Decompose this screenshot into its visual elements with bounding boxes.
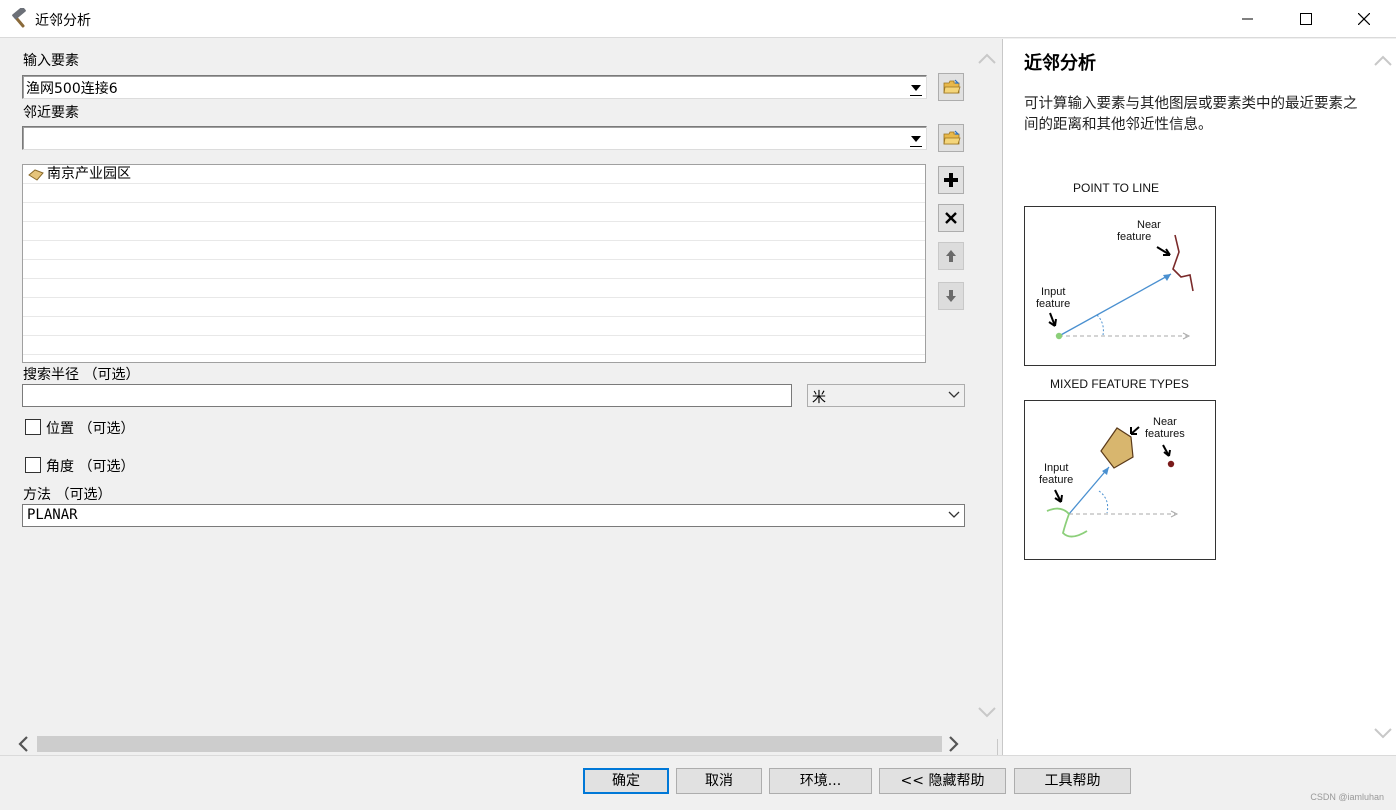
diagram-caption: POINT TO LINE [1073, 181, 1160, 195]
open-folder-icon [943, 79, 961, 94]
input-features-combo[interactable]: 渔网500连接6 [22, 75, 927, 99]
near-label-1: Near [1153, 416, 1177, 428]
input-features-value: 渔网500连接6 [26, 81, 118, 97]
move-up-button[interactable] [938, 242, 964, 270]
title-bar: 近邻分析 [0, 0, 1396, 38]
window-title: 近邻分析 [35, 13, 91, 29]
input-label-2: feature [1036, 298, 1070, 310]
move-down-button[interactable] [938, 282, 964, 310]
location-checkbox[interactable] [25, 419, 41, 435]
near-features-label: 邻近要素 [23, 105, 79, 121]
scrollbar-thumb[interactable] [37, 736, 942, 752]
horizontal-scrollbar[interactable] [0, 732, 975, 755]
input-label-1: Input [1041, 286, 1065, 298]
environments-button[interactable]: 环境... [769, 768, 872, 794]
radius-unit-value: 米 [812, 390, 826, 406]
chevron-right-icon[interactable] [948, 736, 960, 752]
list-row-empty [23, 222, 925, 241]
minimize-icon [1242, 18, 1253, 20]
list-row-empty [23, 184, 925, 203]
near-features-list[interactable]: 南京产业园区 [22, 164, 926, 363]
maximize-icon [1300, 13, 1312, 25]
input-label-1: Input [1044, 462, 1068, 474]
chevron-up-icon[interactable] [1374, 55, 1392, 67]
arrow-down-icon [946, 290, 956, 302]
parameters-pane: 输入要素 渔网500连接6 邻近要素 南京产业园区 搜索半径 （可选） 米 位置… [0, 39, 998, 755]
input-features-label: 输入要素 [23, 53, 79, 69]
hide-help-button[interactable]: << 隐藏帮助 [879, 768, 1006, 794]
list-row-empty [23, 317, 925, 336]
list-item-label: 南京产业园区 [47, 166, 131, 182]
angle-checkbox[interactable] [25, 457, 41, 473]
remove-item-button[interactable] [938, 204, 964, 232]
method-label: 方法 （可选） [23, 487, 112, 503]
help-pane: 近邻分析 可计算输入要素与其他图层或要素类中的最近要素之间的距离和其他邻近性信息… [1002, 39, 1396, 755]
polygon-layer-icon [28, 169, 44, 181]
browse-input-button[interactable] [938, 73, 964, 101]
list-row-empty [23, 260, 925, 279]
plus-icon [944, 173, 958, 187]
arrow-up-icon [946, 250, 956, 262]
list-row-empty [23, 298, 925, 317]
method-value: PLANAR [27, 507, 78, 523]
maximize-button[interactable] [1277, 0, 1335, 38]
ok-button[interactable]: 确定 [583, 768, 669, 794]
dropdown-arrow-icon[interactable] [907, 129, 925, 148]
list-row-empty [23, 336, 925, 355]
cancel-button[interactable]: 取消 [676, 768, 762, 794]
tool-help-button[interactable]: 工具帮助 [1014, 768, 1131, 794]
vertical-scrollbar[interactable] [975, 39, 998, 739]
open-folder-icon [943, 130, 961, 145]
help-title: 近邻分析 [1024, 53, 1096, 74]
list-item[interactable]: 南京产业园区 [23, 165, 925, 184]
search-radius-input[interactable] [22, 384, 792, 407]
point-to-line-illustration: Near feature Input feature [1036, 219, 1194, 340]
diagram-caption: MIXED FEATURE TYPES [1050, 377, 1189, 391]
button-bar: 确定 取消 环境... << 隐藏帮助 工具帮助 CSDN @iamluhan [0, 755, 1396, 810]
list-row-empty [23, 203, 925, 222]
watermark: CSDN @iamluhan [1310, 792, 1384, 802]
delete-x-icon [945, 212, 957, 224]
browse-near-button[interactable] [938, 124, 964, 152]
chevron-left-icon[interactable] [17, 736, 29, 752]
dropdown-arrow-icon[interactable] [907, 78, 925, 97]
close-button[interactable] [1335, 0, 1393, 38]
minimize-button[interactable] [1219, 0, 1277, 38]
near-label-2: features [1145, 428, 1185, 440]
near-features-combo[interactable] [22, 126, 927, 150]
radius-unit-select[interactable]: 米 [807, 384, 965, 407]
list-row-empty [23, 241, 925, 260]
mixed-features-illustration: Near features Input feature [1039, 416, 1185, 538]
hammer-icon [12, 8, 26, 28]
close-icon [1358, 13, 1370, 25]
chevron-up-icon[interactable] [978, 53, 996, 65]
chevron-down-icon [948, 511, 960, 518]
method-select[interactable]: PLANAR [22, 504, 965, 527]
mixed-feature-types-diagram: Near features Input feature [1024, 400, 1216, 560]
angle-label: 角度 （可选） [46, 459, 135, 475]
location-label: 位置 （可选） [46, 421, 135, 437]
input-label-2: feature [1039, 474, 1073, 486]
help-description: 可计算输入要素与其他图层或要素类中的最近要素之间的距离和其他邻近性信息。 [1024, 96, 1358, 133]
list-row-empty [23, 279, 925, 298]
chevron-down-icon [948, 391, 960, 398]
near-label-2: feature [1117, 231, 1151, 243]
add-item-button[interactable] [938, 166, 964, 194]
near-label-1: Near [1137, 219, 1161, 231]
search-radius-label: 搜索半径 （可选） [23, 367, 140, 383]
help-vertical-scrollbar[interactable] [1369, 39, 1396, 755]
point-to-line-diagram: Near feature Input feature [1024, 206, 1216, 366]
chevron-down-icon[interactable] [978, 706, 996, 718]
chevron-down-icon[interactable] [1374, 727, 1392, 739]
